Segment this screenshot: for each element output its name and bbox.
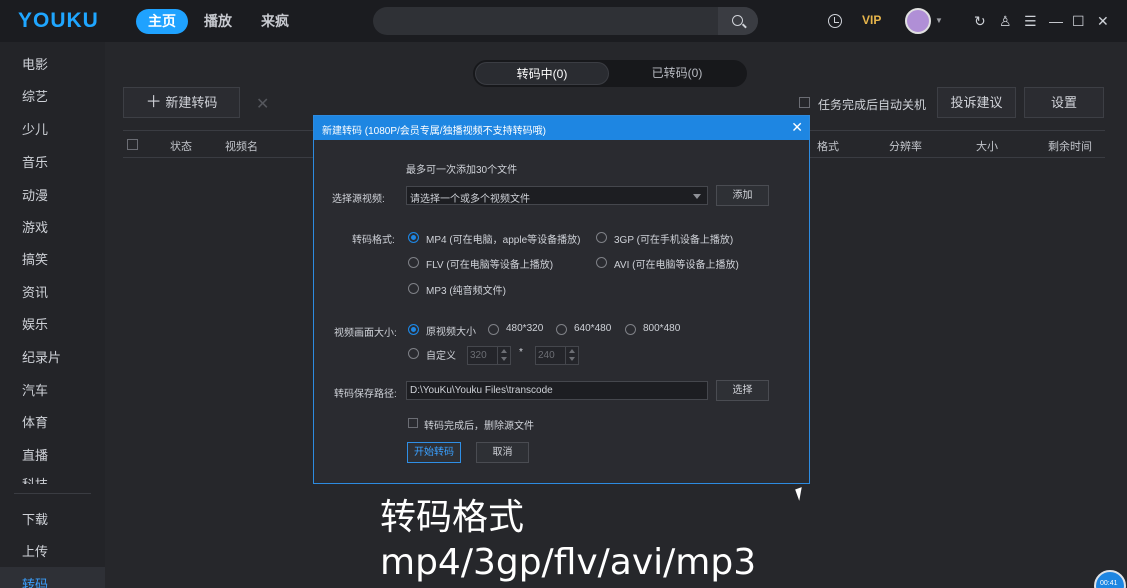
column-video-name: 视频名	[225, 141, 258, 153]
format-label: 转码格式:	[352, 235, 395, 246]
top-bar: YOUKU 主页 播放 来疯 VIP ▼ ↻ ♙ ☰ — ☐ ✕	[0, 0, 1127, 42]
column-size: 大小	[976, 141, 998, 153]
format-option-label: FLV (可在电脑等设备上播放)	[426, 260, 554, 271]
minimize-icon[interactable]: —	[1049, 12, 1063, 30]
chevron-down-icon[interactable]: ▼	[935, 16, 943, 25]
sidebar-item[interactable]: 纪录片	[22, 347, 61, 366]
save-path-label: 转码保存路径:	[334, 389, 397, 400]
source-placeholder: 请选择一个或多个视频文件	[410, 194, 530, 205]
sidebar	[0, 42, 105, 588]
format-radio[interactable]	[408, 283, 419, 294]
skin-icon[interactable]: ♙	[999, 12, 1012, 30]
format-option-label: 3GP (可在手机设备上播放)	[614, 235, 734, 246]
custom-height-stepper[interactable]: 240	[535, 346, 579, 365]
close-icon[interactable]: ✕	[1097, 12, 1109, 30]
plus-icon: ＋	[145, 94, 162, 111]
caption-line-1: 转码格式	[380, 497, 525, 538]
sidebar-item[interactable]: 音乐	[22, 152, 48, 171]
format-option-label: AVI (可在电脑等设备上播放)	[614, 260, 739, 271]
delete-source-checkbox[interactable]	[408, 418, 418, 428]
sidebar-item[interactable]: 资讯	[22, 282, 48, 301]
avatar[interactable]	[905, 8, 931, 34]
column-status: 状态	[170, 141, 192, 153]
new-transcode-dialog: 新建转码 (1080P/会员专属/独播视频不支持转码哦) ✕ 最多可一次添加30…	[313, 115, 810, 484]
transcode-tabs: 转码中(0) 已转码(0)	[473, 60, 747, 87]
custom-width-stepper[interactable]: 320	[467, 346, 511, 365]
sidebar-item[interactable]: 少儿	[22, 119, 48, 138]
sidebar-bottom-item[interactable]: 下载	[22, 509, 48, 528]
size-label: 视频画面大小:	[334, 328, 397, 339]
settings-button[interactable]: 设置	[1024, 87, 1104, 118]
column-format: 格式	[817, 141, 839, 153]
vip-badge[interactable]: VIP	[862, 13, 881, 27]
format-radio[interactable]	[596, 232, 607, 243]
sidebar-item[interactable]: 综艺	[22, 86, 48, 105]
size-option-label: 800*480	[643, 323, 681, 334]
source-label: 选择源视频:	[332, 194, 385, 205]
size-radio[interactable]	[408, 324, 419, 335]
caption-line-2: mp4/3gp/flv/avi/mp3	[380, 542, 757, 583]
tab-transcoded[interactable]: 已转码(0)	[609, 60, 745, 87]
format-option-label: MP3 (纯音频文件)	[426, 286, 506, 297]
times-sign: *	[519, 347, 523, 358]
maximize-icon[interactable]: ☐	[1072, 12, 1085, 30]
file-limit-hint: 最多可一次添加30个文件	[406, 165, 518, 176]
custom-size-label: 自定义	[426, 351, 456, 362]
youku-logo[interactable]: YOUKU	[18, 9, 99, 33]
dialog-title-bar: 新建转码 (1080P/会员专属/独播视频不支持转码哦) ✕	[314, 116, 809, 140]
nav-play[interactable]: 播放	[204, 9, 232, 34]
feedback-button[interactable]: 投诉建议	[937, 87, 1016, 118]
size-radio[interactable]	[556, 324, 567, 335]
sidebar-item[interactable]: 电影	[22, 54, 48, 73]
refresh-icon[interactable]: ↻	[974, 12, 986, 30]
size-option-label: 480*320	[506, 323, 544, 334]
sidebar-bottom-item[interactable]: 转码	[22, 574, 48, 588]
cancel-button[interactable]: 取消	[476, 442, 529, 463]
source-select[interactable]: 请选择一个或多个视频文件	[406, 186, 708, 205]
size-radio[interactable]	[488, 324, 499, 335]
dialog-close-icon[interactable]: ✕	[791, 119, 803, 136]
select-all-checkbox[interactable]	[127, 139, 138, 150]
format-option-label: MP4 (可在电脑，apple等设备播放)	[426, 235, 581, 246]
format-radio[interactable]	[408, 257, 419, 268]
sidebar-item[interactable]: 体育	[22, 412, 48, 431]
sidebar-item[interactable]: 直播	[22, 445, 48, 464]
delete-icon[interactable]: ✕	[256, 94, 269, 114]
history-icon[interactable]	[828, 14, 842, 28]
sidebar-item[interactable]: 汽车	[22, 380, 48, 399]
save-path-input[interactable]: D:\YouKu\Youku Files\transcode	[406, 381, 708, 400]
sidebar-item[interactable]: 搞笑	[22, 249, 48, 268]
format-radio[interactable]	[408, 232, 419, 243]
tab-transcoding[interactable]: 转码中(0)	[475, 62, 609, 85]
sidebar-item[interactable]: 游戏	[22, 217, 48, 236]
size-radio[interactable]	[625, 324, 636, 335]
sidebar-item[interactable]: 动漫	[22, 185, 48, 204]
choose-path-button[interactable]: 选择	[716, 380, 769, 401]
chevron-down-icon	[693, 194, 701, 199]
column-resolution: 分辨率	[889, 141, 922, 153]
new-transcode-label: 新建转码	[165, 95, 218, 110]
size-option-label: 640*480	[574, 323, 612, 334]
sidebar-bottom-item[interactable]: 上传	[22, 541, 48, 560]
auto-shutdown-checkbox[interactable]	[799, 97, 810, 108]
add-button[interactable]: 添加	[716, 185, 769, 206]
nav-laifeng[interactable]: 来疯	[261, 9, 289, 34]
auto-shutdown-label: 任务完成后自动关机	[818, 98, 927, 112]
nav-home[interactable]: 主页	[136, 9, 188, 34]
column-remaining: 剩余时间	[1048, 141, 1092, 153]
search-input[interactable]	[373, 7, 758, 35]
size-option-label: 原视频大小	[426, 327, 476, 338]
sidebar-item[interactable]: 娱乐	[22, 314, 48, 333]
start-transcode-button[interactable]: 开始转码	[407, 442, 461, 463]
format-radio[interactable]	[596, 257, 607, 268]
custom-size-radio[interactable]	[408, 348, 419, 359]
dialog-title: 新建转码 (1080P/会员专属/独播视频不支持转码哦)	[322, 126, 546, 137]
delete-source-label: 转码完成后，删除源文件	[424, 421, 534, 432]
sidebar-item[interactable]: 科技	[22, 474, 48, 484]
new-transcode-button[interactable]: ＋ 新建转码	[123, 87, 240, 118]
menu-icon[interactable]: ☰	[1024, 12, 1037, 30]
search-button[interactable]	[718, 7, 758, 35]
